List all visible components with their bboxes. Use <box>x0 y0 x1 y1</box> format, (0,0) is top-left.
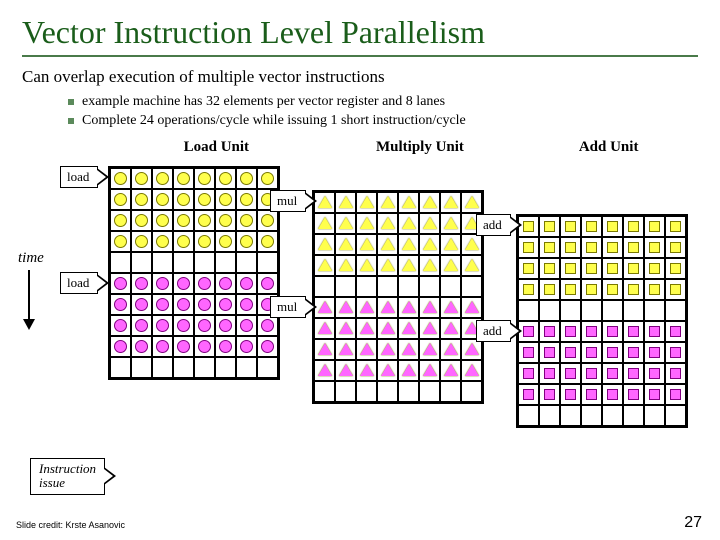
page-title: Vector Instruction Level Parallelism <box>22 14 698 51</box>
bullet-item: Complete 24 operations/cycle while issui… <box>68 112 698 131</box>
multiply-unit-grid <box>312 190 484 404</box>
bullet-item: example machine has 32 elements per vect… <box>68 93 698 112</box>
slide-credit: Slide credit: Krste Asanovic <box>16 520 125 530</box>
divider <box>22 55 698 57</box>
mul-label-1: mul <box>270 190 306 212</box>
mul-label-2: mul <box>270 296 306 318</box>
time-label: time <box>18 250 44 267</box>
time-arrow-icon <box>28 270 30 320</box>
add-label-2: add <box>476 320 511 342</box>
bullet-list: example machine has 32 elements per vect… <box>68 93 698 131</box>
add-unit-grid <box>516 214 688 428</box>
load-unit-header: Load Unit <box>122 139 311 156</box>
intro-text: Can overlap execution of multiple vector… <box>22 67 698 87</box>
pipeline-diagram: time load load mul mul add add <box>22 160 698 440</box>
load-label-1: load <box>60 166 98 188</box>
page-number: 27 <box>684 514 702 532</box>
unit-headers: Load Unit Multiply Unit Add Unit <box>122 139 698 156</box>
multiply-unit-header: Multiply Unit <box>321 139 520 156</box>
load-unit-grid <box>108 166 280 380</box>
instruction-issue-label: Instruction issue <box>30 458 105 495</box>
add-unit-header: Add Unit <box>519 139 698 156</box>
load-label-2: load <box>60 272 98 294</box>
add-label-1: add <box>476 214 511 236</box>
